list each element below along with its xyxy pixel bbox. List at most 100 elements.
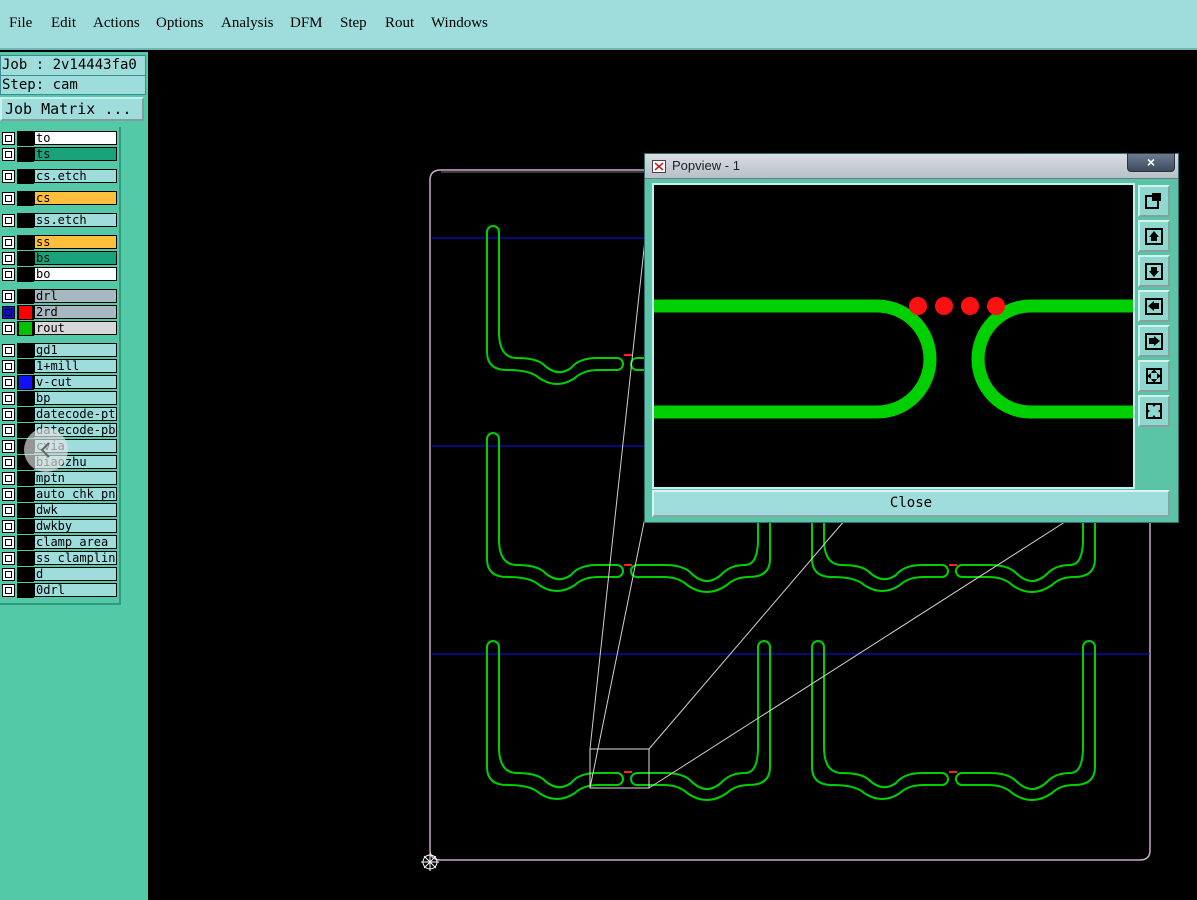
layer-color-swatch[interactable] — [17, 487, 34, 502]
layer-color-swatch[interactable] — [17, 235, 34, 250]
menu-options[interactable]: Options — [156, 15, 204, 32]
popview-titlebar[interactable]: Popview - 1 × — [645, 153, 1178, 179]
zoom-fit-button[interactable] — [1138, 185, 1170, 217]
layer-checkbox[interactable] — [2, 252, 15, 265]
layer-color-swatch[interactable] — [17, 343, 34, 358]
layer-checkbox[interactable] — [2, 290, 15, 303]
layer-color-swatch[interactable] — [17, 519, 34, 534]
layer-color-swatch[interactable] — [17, 213, 34, 228]
layer-color-swatch[interactable] — [17, 191, 34, 206]
layer-color-swatch[interactable] — [17, 471, 34, 486]
layer-color-swatch[interactable] — [17, 147, 34, 162]
layer-checkbox[interactable] — [2, 268, 15, 281]
layer-name[interactable]: gd1 — [34, 343, 117, 357]
move-left-button[interactable] — [1138, 290, 1170, 322]
layer-name[interactable]: cs — [34, 191, 117, 205]
layer-checkbox[interactable] — [2, 504, 15, 517]
menu-windows[interactable]: Windows — [431, 15, 488, 32]
layer-color-swatch[interactable] — [17, 321, 34, 336]
layer-checkbox[interactable] — [2, 344, 15, 357]
layer-name[interactable]: datecode-ptc — [34, 407, 117, 421]
layer-name[interactable]: drl — [34, 289, 117, 303]
layer-name[interactable]: clamp_area — [34, 535, 117, 549]
layer-checkbox[interactable] — [2, 360, 15, 373]
layer-row[interactable]: 0drl — [0, 583, 118, 598]
layer-row[interactable]: dwk — [0, 503, 118, 518]
layer-name[interactable]: cs.etch — [34, 169, 117, 183]
layer-row[interactable]: d — [0, 567, 118, 582]
layer-color-swatch[interactable] — [17, 267, 34, 282]
layer-checkbox[interactable] — [2, 322, 15, 335]
popview-canvas[interactable] — [652, 183, 1135, 489]
layer-name[interactable]: 0drl — [34, 583, 117, 597]
layer-row[interactable]: v-cut — [0, 375, 118, 390]
layer-row[interactable]: to — [0, 131, 118, 146]
layer-row[interactable]: bs — [0, 251, 118, 266]
layer-color-swatch[interactable] — [17, 251, 34, 266]
layer-name[interactable]: bo — [34, 267, 117, 281]
layer-checkbox[interactable] — [2, 568, 15, 581]
layer-checkbox[interactable] — [2, 148, 15, 161]
layer-row[interactable]: 2rd — [0, 305, 118, 320]
layer-name[interactable]: bp — [34, 391, 117, 405]
layer-color-swatch[interactable] — [17, 583, 34, 598]
layer-name[interactable]: ss.etch — [34, 213, 117, 227]
layer-name[interactable]: 1+mill — [34, 359, 117, 373]
layer-color-swatch[interactable] — [17, 391, 34, 406]
layer-checkbox[interactable] — [2, 214, 15, 227]
layer-checkbox[interactable] — [2, 376, 15, 389]
layer-checkbox[interactable] — [2, 584, 15, 597]
layer-checkbox[interactable] — [2, 170, 15, 183]
layer-color-swatch[interactable] — [17, 289, 34, 304]
layer-checkbox[interactable] — [2, 392, 15, 405]
layer-name[interactable]: dwkby — [34, 519, 117, 533]
menu-edit[interactable]: Edit — [51, 15, 76, 32]
layer-color-swatch[interactable] — [17, 359, 34, 374]
move-down-button[interactable] — [1138, 255, 1170, 287]
layer-color-swatch[interactable] — [17, 305, 34, 320]
layer-checkbox[interactable] — [2, 520, 15, 533]
layer-checkbox[interactable] — [2, 306, 15, 319]
close-button[interactable]: Close — [652, 490, 1170, 517]
layer-row[interactable]: bo — [0, 267, 118, 282]
layer-checkbox[interactable] — [2, 132, 15, 145]
layer-name[interactable]: ss_clampline — [34, 551, 117, 565]
layer-color-swatch[interactable] — [17, 169, 34, 184]
layer-checkbox[interactable] — [2, 440, 15, 453]
layer-color-swatch[interactable] — [17, 503, 34, 518]
layer-checkbox[interactable] — [2, 424, 15, 437]
layer-name[interactable]: ss — [34, 235, 117, 249]
layer-row[interactable]: ss — [0, 235, 118, 250]
layer-row[interactable]: cs — [0, 191, 118, 206]
layer-checkbox[interactable] — [2, 236, 15, 249]
layer-row[interactable]: ss.etch — [0, 213, 118, 228]
layer-row[interactable]: bp — [0, 391, 118, 406]
layer-color-swatch[interactable] — [17, 535, 34, 550]
layer-row[interactable]: dwkby — [0, 519, 118, 534]
menu-step[interactable]: Step — [340, 15, 367, 32]
layer-color-swatch[interactable] — [17, 567, 34, 582]
zoom-out-button[interactable] — [1138, 395, 1170, 427]
layer-row[interactable]: auto_chk_pnl — [0, 487, 118, 502]
layer-name[interactable]: mptn — [34, 471, 117, 485]
window-close-button[interactable]: × — [1127, 153, 1175, 172]
menu-file[interactable]: File — [9, 15, 32, 32]
layer-row[interactable]: drl — [0, 289, 118, 304]
layer-name[interactable]: rout — [34, 321, 117, 335]
layer-name[interactable]: v-cut — [34, 375, 117, 389]
layer-name[interactable]: auto_chk_pnl — [34, 487, 117, 501]
job-matrix-button[interactable]: Job Matrix ... — [0, 97, 144, 121]
layer-name[interactable]: ts — [34, 147, 117, 161]
layer-color-swatch[interactable] — [17, 551, 34, 566]
menu-rout[interactable]: Rout — [385, 15, 414, 32]
layer-row[interactable]: mptn — [0, 471, 118, 486]
layer-checkbox[interactable] — [2, 192, 15, 205]
move-up-button[interactable] — [1138, 220, 1170, 252]
layer-name[interactable]: bs — [34, 251, 117, 265]
layer-row[interactable]: datecode-ptc — [0, 407, 118, 422]
layer-color-swatch[interactable] — [17, 375, 34, 390]
layer-name[interactable]: to — [34, 131, 117, 145]
menu-analysis[interactable]: Analysis — [221, 15, 274, 32]
layer-checkbox[interactable] — [2, 472, 15, 485]
menu-actions[interactable]: Actions — [93, 15, 140, 32]
